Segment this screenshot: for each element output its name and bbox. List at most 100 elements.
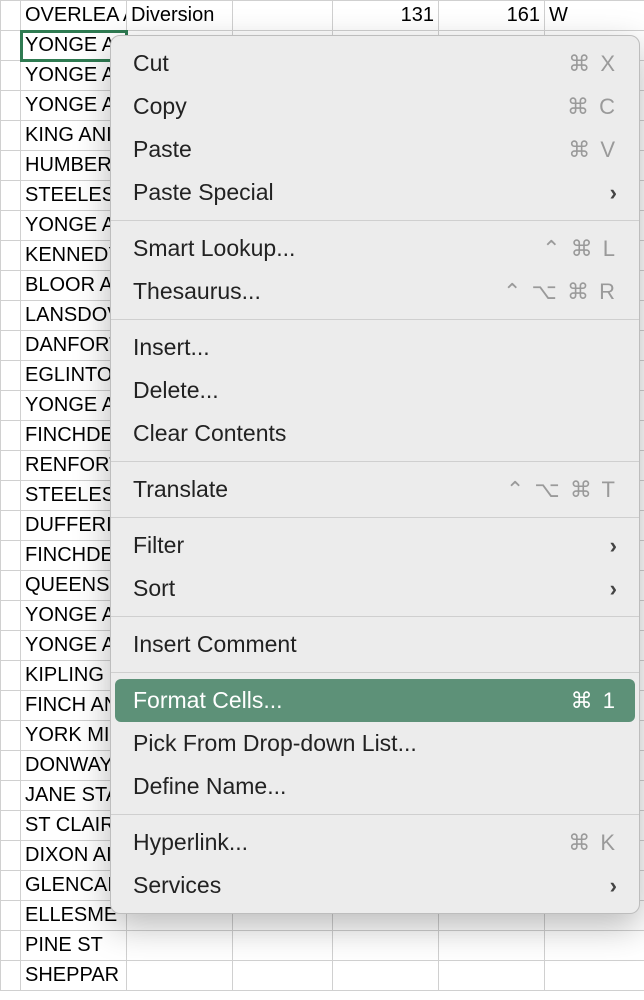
chevron-right-icon: ›	[610, 180, 617, 206]
menu-paste[interactable]: Paste ⌘ V	[111, 128, 639, 171]
cell[interactable]	[545, 961, 644, 991]
menu-pick-dropdown[interactable]: Pick From Drop-down List...	[111, 722, 639, 765]
row-header[interactable]	[1, 391, 21, 421]
row-header[interactable]	[1, 691, 21, 721]
menu-thesaurus[interactable]: Thesaurus... ⌃ ⌥ ⌘ R	[111, 270, 639, 313]
cell[interactable]: 131	[333, 1, 439, 31]
menu-item-label: Services	[133, 872, 221, 899]
row-header[interactable]	[1, 601, 21, 631]
menu-item-label: Define Name...	[133, 773, 286, 800]
cell[interactable]	[333, 961, 439, 991]
cell[interactable]	[233, 1, 333, 31]
menu-item-label: Paste	[133, 136, 192, 163]
row-header[interactable]	[1, 481, 21, 511]
row-header[interactable]	[1, 121, 21, 151]
cell[interactable]: OVERLEA AND	[21, 1, 127, 31]
row-header[interactable]	[1, 721, 21, 751]
cell[interactable]	[127, 961, 233, 991]
row-header[interactable]	[1, 421, 21, 451]
cell[interactable]	[233, 931, 333, 961]
menu-filter[interactable]: Filter ›	[111, 524, 639, 567]
menu-item-label: Thesaurus...	[133, 278, 261, 305]
menu-clear-contents[interactable]: Clear Contents	[111, 412, 639, 455]
row-header[interactable]	[1, 1, 21, 31]
row-header[interactable]	[1, 511, 21, 541]
row-header[interactable]	[1, 241, 21, 271]
menu-define-name[interactable]: Define Name...	[111, 765, 639, 808]
table-row[interactable]: OVERLEA ANDDiversion 131161W	[1, 1, 644, 31]
menu-shortcut: ⌘ 1	[571, 688, 617, 714]
row-header[interactable]	[1, 31, 21, 61]
cell[interactable]: SHEPPAR	[21, 961, 127, 991]
menu-shortcut: ⌘ C	[567, 94, 617, 120]
chevron-right-icon: ›	[610, 533, 617, 559]
row-header[interactable]	[1, 811, 21, 841]
row-header[interactable]	[1, 751, 21, 781]
menu-shortcut: ⌃ ⌥ ⌘ T	[506, 477, 617, 503]
cell[interactable]	[439, 931, 545, 961]
menu-insert[interactable]: Insert...	[111, 326, 639, 369]
row-header[interactable]	[1, 871, 21, 901]
cell[interactable]	[127, 931, 233, 961]
menu-sort[interactable]: Sort›	[111, 567, 639, 610]
menu-hyperlink[interactable]: Hyperlink...⌘ K	[111, 821, 639, 864]
menu-format-cells[interactable]: Format Cells...⌘ 1	[115, 679, 635, 722]
menu-item-label: Smart Lookup...	[133, 235, 295, 262]
row-header[interactable]	[1, 901, 21, 931]
menu-item-label: Pick From Drop-down List...	[133, 730, 417, 757]
row-header[interactable]	[1, 781, 21, 811]
menu-copy[interactable]: Copy ⌘ C	[111, 85, 639, 128]
table-row[interactable]: SHEPPAR	[1, 961, 644, 991]
row-header[interactable]	[1, 931, 21, 961]
menu-cut[interactable]: Cut ⌘ X	[111, 42, 639, 85]
menu-paste-special[interactable]: Paste Special ›	[111, 171, 639, 214]
menu-shortcut: ⌘ X	[568, 51, 617, 77]
cell[interactable]	[439, 961, 545, 991]
menu-shortcut: ⌃ ⌥ ⌘ R	[503, 279, 617, 305]
menu-item-label: Delete...	[133, 377, 219, 404]
row-header[interactable]	[1, 271, 21, 301]
table-row[interactable]: PINE ST	[1, 931, 644, 961]
menu-separator	[111, 814, 639, 815]
menu-item-label: Cut	[133, 50, 169, 77]
row-header[interactable]	[1, 451, 21, 481]
menu-item-label: Insert Comment	[133, 631, 297, 658]
row-header[interactable]	[1, 61, 21, 91]
row-header[interactable]	[1, 211, 21, 241]
cell[interactable]: 161	[439, 1, 545, 31]
menu-item-label: Insert...	[133, 334, 210, 361]
menu-item-label: Clear Contents	[133, 420, 286, 447]
row-header[interactable]	[1, 301, 21, 331]
row-header[interactable]	[1, 571, 21, 601]
row-header[interactable]	[1, 661, 21, 691]
menu-item-label: Paste Special	[133, 179, 274, 206]
row-header[interactable]	[1, 181, 21, 211]
menu-separator	[111, 672, 639, 673]
cell[interactable]	[333, 931, 439, 961]
menu-shortcut: ⌘ K	[568, 830, 617, 856]
menu-smart-lookup[interactable]: Smart Lookup...⌃ ⌘ L	[111, 227, 639, 270]
menu-item-label: Copy	[133, 93, 187, 120]
cell[interactable]: W	[545, 1, 644, 31]
menu-item-label: Translate	[133, 476, 228, 503]
menu-shortcut: ⌘ V	[568, 137, 617, 163]
cell[interactable]: PINE ST	[21, 931, 127, 961]
row-header[interactable]	[1, 361, 21, 391]
row-header[interactable]	[1, 961, 21, 991]
menu-services[interactable]: Services›	[111, 864, 639, 907]
context-menu: Cut ⌘ X Copy ⌘ C Paste ⌘ V Paste Special › Smart…	[110, 35, 640, 914]
row-header[interactable]	[1, 541, 21, 571]
menu-translate[interactable]: Translate ⌃ ⌥ ⌘ T	[111, 468, 639, 511]
cell[interactable]: Diversion	[127, 1, 233, 31]
cell[interactable]	[233, 961, 333, 991]
menu-insert-comment[interactable]: Insert Comment	[111, 623, 639, 666]
menu-delete[interactable]: Delete...	[111, 369, 639, 412]
menu-item-label: Filter	[133, 532, 184, 559]
row-header[interactable]	[1, 151, 21, 181]
row-header[interactable]	[1, 631, 21, 661]
row-header[interactable]	[1, 331, 21, 361]
menu-separator	[111, 517, 639, 518]
cell[interactable]	[545, 931, 644, 961]
row-header[interactable]	[1, 841, 21, 871]
row-header[interactable]	[1, 91, 21, 121]
